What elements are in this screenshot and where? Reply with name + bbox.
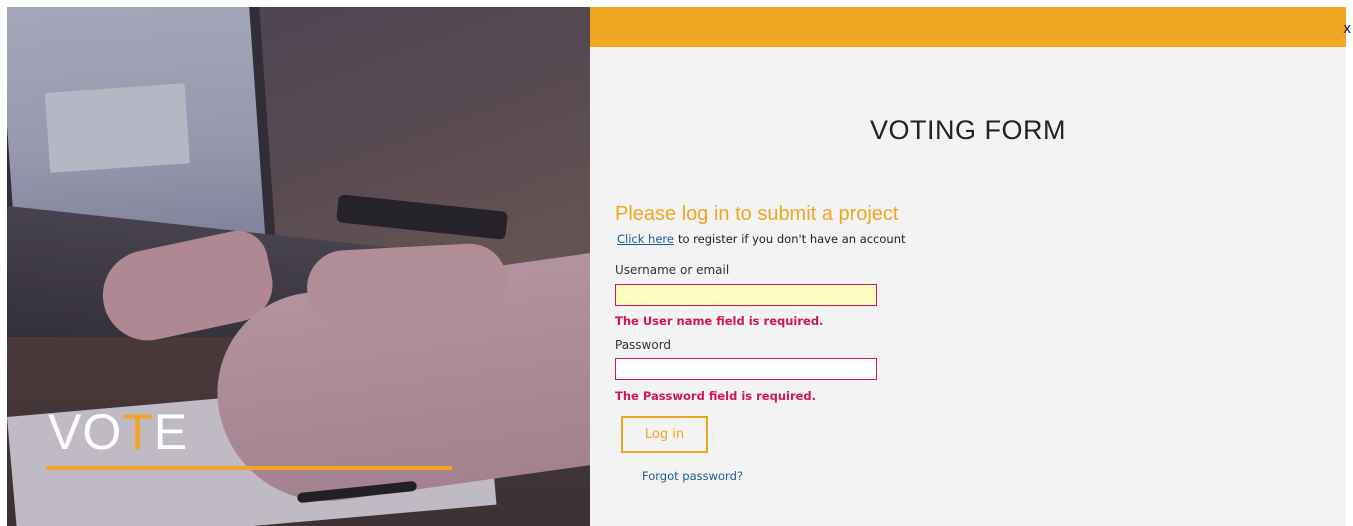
vote-logo-title: VOTE [48,407,188,457]
username-label: Username or email [615,263,730,277]
login-panel: VOTING FORM Please log in to submit a pr… [590,7,1346,526]
login-heading: Please log in to submit a project [615,203,899,225]
form-title: VOTING FORM [870,115,1066,145]
password-error: The Password field is required. [615,389,817,403]
vote-title-part2: E [153,404,189,460]
vote-title-accent: T [122,404,154,460]
vote-underline [46,466,452,470]
login-button[interactable]: Log in [621,416,708,453]
hero-image: VOTE [7,7,590,526]
register-line: Click here to register if you don't have … [617,232,906,246]
register-link[interactable]: Click here [617,232,674,246]
password-label: Password [615,338,672,352]
forgot-password-link[interactable]: Forgot password? [642,469,743,483]
close-icon[interactable]: x [1343,22,1351,36]
username-error: The User name field is required. [615,314,824,328]
register-text: to register if you don't have an account [677,232,906,246]
password-input[interactable] [615,358,877,380]
header-bar [590,7,1346,47]
vote-title-part1: VO [48,404,123,460]
username-input[interactable] [615,284,877,306]
